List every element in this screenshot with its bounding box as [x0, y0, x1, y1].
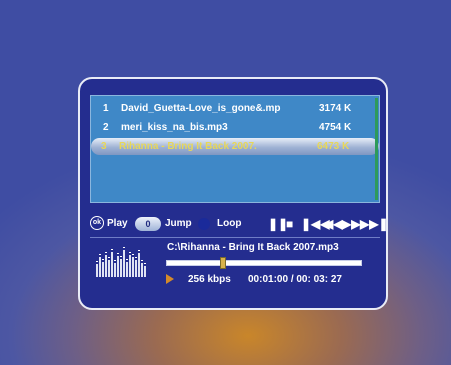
equalizer-peak [144, 263, 146, 264]
equalizer-bar [144, 266, 146, 277]
track-number: 3 [101, 141, 107, 152]
track-size: 3174 K [319, 103, 352, 114]
equalizer-peak [141, 260, 143, 261]
equalizer-peak [114, 260, 116, 261]
equalizer-bar [96, 264, 98, 277]
playlist[interactable]: 1 David_Guetta-Love_is_gone&.mp 3174 K 2… [90, 95, 380, 203]
track-name: meri_kiss_na_bis.mp3 [121, 122, 228, 133]
track-name: David_Guetta-Love_is_gone&.mp [121, 103, 281, 114]
equalizer-peak [102, 259, 104, 260]
track-size: 6473 K [317, 141, 350, 152]
equalizer-bar [141, 263, 143, 277]
equalizer-bar [132, 257, 134, 277]
play-label[interactable]: Play [107, 218, 128, 229]
equalizer-peak [126, 259, 128, 260]
equalizer-visualizer [96, 247, 152, 277]
time-separator: / [290, 274, 294, 285]
elapsed-time: 00:01:00 [248, 274, 289, 285]
equalizer-bar [120, 259, 122, 277]
equalizer-bar [117, 256, 119, 277]
equalizer-peak [99, 254, 101, 255]
time-display: 00:01:00 / 00: 03: 27 [248, 274, 342, 285]
track-name: Rihanna - Bring It Back 2007. [119, 141, 257, 152]
track-number: 2 [103, 122, 109, 133]
equalizer-peak [105, 252, 107, 253]
stop-icon[interactable]: ■ [286, 215, 293, 233]
equalizer-bar [99, 257, 101, 277]
playlist-scrollbar[interactable] [375, 98, 378, 200]
ok-button-icon[interactable]: ok [90, 216, 104, 230]
playlist-row-selected[interactable]: 3 Rihanna - Bring It Back 2007. 6473 K [91, 138, 379, 155]
equalizer-bar [111, 252, 113, 277]
equalizer-peak [123, 247, 125, 248]
equalizer-peak [117, 253, 119, 254]
seek-bar[interactable] [166, 257, 362, 269]
equalizer-peak [138, 250, 140, 251]
rewind-icon[interactable]: ◀◀ [324, 215, 342, 233]
now-playing-path: C:\Rihanna - Bring It Back 2007.mp3 [167, 242, 339, 253]
bitrate: 256 kbps [188, 274, 231, 285]
total-time: 00: 03: 27 [296, 274, 342, 285]
loop-indicator-icon[interactable] [198, 218, 210, 230]
equalizer-peak [111, 249, 113, 250]
track-number: 1 [103, 103, 109, 114]
equalizer-peak [132, 254, 134, 255]
equalizer-bar [126, 262, 128, 277]
equalizer-peak [135, 257, 137, 258]
jump-number-badge[interactable]: 0 [135, 217, 161, 231]
equalizer-bar [105, 255, 107, 277]
playing-indicator-icon [166, 274, 174, 284]
equalizer-bar [123, 250, 125, 277]
equalizer-bar [108, 260, 110, 277]
equalizer-peak [120, 256, 122, 257]
divider [90, 237, 380, 238]
equalizer-bar [138, 253, 140, 277]
track-size: 4754 K [319, 122, 352, 133]
equalizer-bar [129, 255, 131, 277]
fast-forward-icon[interactable]: ▶▶ [342, 215, 360, 233]
equalizer-peak [96, 261, 98, 262]
equalizer-peak [129, 252, 131, 253]
playlist-row[interactable]: 1 David_Guetta-Love_is_gone&.mp 3174 K [93, 100, 375, 117]
loop-label[interactable]: Loop [217, 218, 241, 229]
control-bar: ok Play 0 Jump Loop ❚❚ ■ ❚◀◀ ◀◀ ▶▶ ▶▶❚ [90, 213, 389, 235]
player-window: 1 David_Guetta-Love_is_gone&.mp 3174 K 2… [78, 77, 389, 310]
jump-label[interactable]: Jump [165, 218, 192, 229]
equalizer-bar [102, 262, 104, 277]
equalizer-peak [108, 257, 110, 258]
equalizer-bar [114, 263, 116, 277]
skip-next-icon[interactable]: ▶▶❚ [360, 215, 389, 233]
playlist-row[interactable]: 2 meri_kiss_na_bis.mp3 4754 K [93, 119, 375, 136]
equalizer-bar [135, 260, 137, 277]
seek-handle[interactable] [220, 257, 226, 269]
